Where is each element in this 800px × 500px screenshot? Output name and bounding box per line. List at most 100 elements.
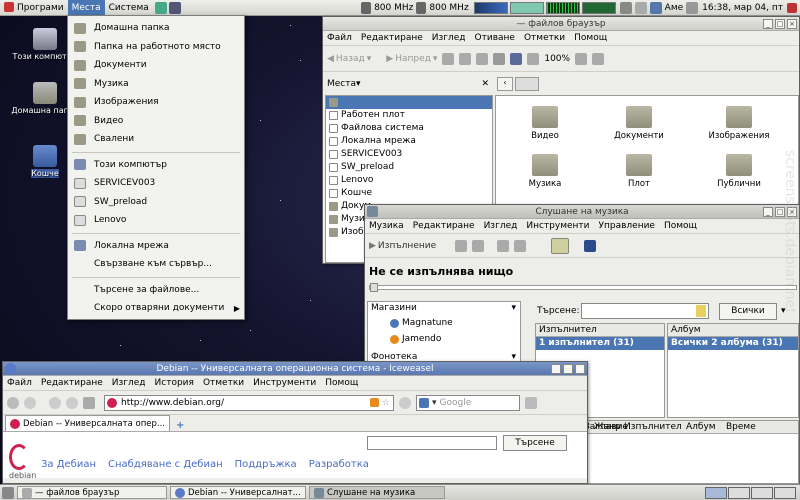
col-genre[interactable]: Жанр xyxy=(590,421,621,433)
sidebar-item[interactable]: SERVICEV003 xyxy=(326,148,492,161)
menu-go[interactable]: Отиване xyxy=(475,33,515,43)
forward-button[interactable]: ▶ Напред ▾ xyxy=(386,54,437,64)
menu-file[interactable]: Файл xyxy=(327,33,352,43)
close-button[interactable]: × xyxy=(787,19,797,29)
back-button[interactable]: ◀ Назад ▾ xyxy=(327,54,371,64)
places-dropdown[interactable]: Места▾ xyxy=(327,79,361,89)
menu-item-connect-server[interactable]: Свързване към сървър... xyxy=(68,255,244,274)
star-icon[interactable]: ☆ xyxy=(382,398,390,408)
previous-icon[interactable] xyxy=(455,239,468,252)
search-icon[interactable] xyxy=(525,396,537,409)
visualizer-icon[interactable] xyxy=(584,239,597,252)
repeat-icon[interactable] xyxy=(497,239,510,252)
menu-help[interactable]: Помощ xyxy=(574,33,607,43)
sidebar-item[interactable]: Работен плот xyxy=(326,109,492,122)
clock[interactable]: 16:38, мар 04, пт xyxy=(702,3,783,13)
list-view-icon[interactable] xyxy=(592,52,605,65)
menu-edit[interactable]: Редактиране xyxy=(361,33,423,43)
forward-icon[interactable] xyxy=(24,396,36,409)
menu-item-music[interactable]: Музика xyxy=(68,75,244,94)
stop-icon[interactable] xyxy=(459,52,472,65)
maximize-button[interactable]: □ xyxy=(775,19,785,29)
menu-item-documents[interactable]: Документи xyxy=(68,56,244,75)
menu-places[interactable]: Места xyxy=(67,0,105,16)
url-bar[interactable]: http://www.debian.org/ ☆ xyxy=(104,394,394,411)
col-time[interactable]: Време xyxy=(722,421,762,433)
nav-link-develop[interactable]: Разработка xyxy=(309,459,369,470)
menu-file[interactable]: Файл xyxy=(7,378,32,388)
close-icon[interactable]: ✕ xyxy=(481,79,489,89)
path-back-button[interactable]: ‹ xyxy=(497,77,513,91)
sidebar-item[interactable]: Lenovo xyxy=(326,174,492,187)
menu-view[interactable]: Изглед xyxy=(484,221,518,231)
menu-view[interactable]: Изглед xyxy=(432,33,466,43)
folder-item[interactable]: Документи xyxy=(604,106,674,141)
lock-icon[interactable] xyxy=(551,237,570,254)
debian-swirl-logo[interactable] xyxy=(9,444,29,470)
nav-link-support[interactable]: Поддръжка xyxy=(235,459,297,470)
menu-control[interactable]: Управление xyxy=(599,221,655,231)
menu-programs[interactable]: Програми xyxy=(0,0,68,16)
zoom-out-icon[interactable] xyxy=(527,52,540,65)
nav-link-about[interactable]: За Дебиан xyxy=(41,459,96,470)
stop-icon[interactable] xyxy=(66,396,78,409)
path-button-home[interactable] xyxy=(515,77,539,91)
menu-item-computer[interactable]: Този компютър xyxy=(68,156,244,175)
album-column-header[interactable]: Албум xyxy=(668,324,798,337)
col-artist[interactable]: Изпълнител xyxy=(620,421,682,433)
menu-help[interactable]: Помощ xyxy=(325,378,358,388)
browser-titlebar[interactable]: Debian -- Универсалната операционна сист… xyxy=(3,362,587,376)
workspace-4[interactable] xyxy=(774,486,796,499)
filter-button[interactable]: Всички xyxy=(719,303,777,320)
menu-item-pictures[interactable]: Изображения xyxy=(68,93,244,112)
shuffle-icon[interactable] xyxy=(514,239,527,252)
folder-item[interactable]: Видео xyxy=(510,106,580,141)
nav-link-getting[interactable]: Снабдяване с Дебиан xyxy=(108,459,223,470)
minimize-button[interactable]: _ xyxy=(551,364,561,374)
clear-icon[interactable] xyxy=(696,305,706,317)
gear-icon[interactable] xyxy=(399,396,411,409)
menu-history[interactable]: История xyxy=(155,378,194,388)
taskbar-item-file-browser[interactable]: — файлов браузър xyxy=(17,486,167,499)
menu-edit[interactable]: Редактиране xyxy=(413,221,475,231)
back-icon[interactable] xyxy=(7,396,19,409)
launcher-icon[interactable] xyxy=(154,1,167,14)
home-icon[interactable] xyxy=(493,52,506,65)
close-button[interactable]: × xyxy=(575,364,585,374)
source-item[interactable]: Magnatune xyxy=(368,315,520,331)
menu-item-recent[interactable]: Скоро отваряни документи ▶ xyxy=(68,299,244,318)
menu-item-search[interactable]: Търсене за файлове... xyxy=(68,281,244,300)
sidebar-item[interactable]: Локална мрежа xyxy=(326,135,492,148)
maximize-button[interactable]: □ xyxy=(563,364,573,374)
workspace-1[interactable] xyxy=(705,486,727,499)
menu-tools[interactable]: Инструменти xyxy=(253,378,316,388)
chevron-down-icon[interactable]: ▾ xyxy=(432,398,437,408)
folder-item[interactable]: Музика xyxy=(510,154,580,189)
menu-music[interactable]: Музика xyxy=(369,221,404,231)
artist-column-header[interactable]: Изпълнител xyxy=(536,324,664,337)
menu-bookmarks[interactable]: Отметки xyxy=(524,33,565,43)
menu-item-drive[interactable]: SW_preload xyxy=(68,193,244,212)
sidebar-item[interactable]: Файлова система xyxy=(326,122,492,135)
file-browser-titlebar[interactable]: — файлов браузър _ □ × xyxy=(323,17,799,31)
play-button[interactable]: ▶ Изпълнение xyxy=(369,241,436,251)
launcher-icon[interactable] xyxy=(168,1,181,14)
menu-tools[interactable]: Инструменти xyxy=(526,221,589,231)
rss-icon[interactable] xyxy=(369,398,379,407)
music-titlebar[interactable]: Слушане на музика _ □ × xyxy=(365,205,799,219)
menu-bookmarks[interactable]: Отметки xyxy=(203,378,244,388)
reload-icon[interactable] xyxy=(49,396,61,409)
user-icon[interactable] xyxy=(686,1,699,14)
source-item[interactable]: Jamendo xyxy=(368,331,520,347)
menu-item-drive[interactable]: SERVICEV003 xyxy=(68,174,244,193)
workspace-switcher[interactable] xyxy=(705,486,796,499)
sidebar-item[interactable]: SW_preload xyxy=(326,161,492,174)
slider-thumb[interactable] xyxy=(370,283,378,292)
up-icon[interactable] xyxy=(442,52,455,65)
new-tab-icon[interactable]: + xyxy=(176,420,184,431)
keyboard-layout[interactable]: Аме xyxy=(665,3,683,13)
col-album[interactable]: Албум xyxy=(682,421,722,433)
menu-view[interactable]: Изглед xyxy=(112,378,146,388)
menu-help[interactable]: Помощ xyxy=(664,221,697,231)
site-search-input[interactable] xyxy=(367,436,497,450)
